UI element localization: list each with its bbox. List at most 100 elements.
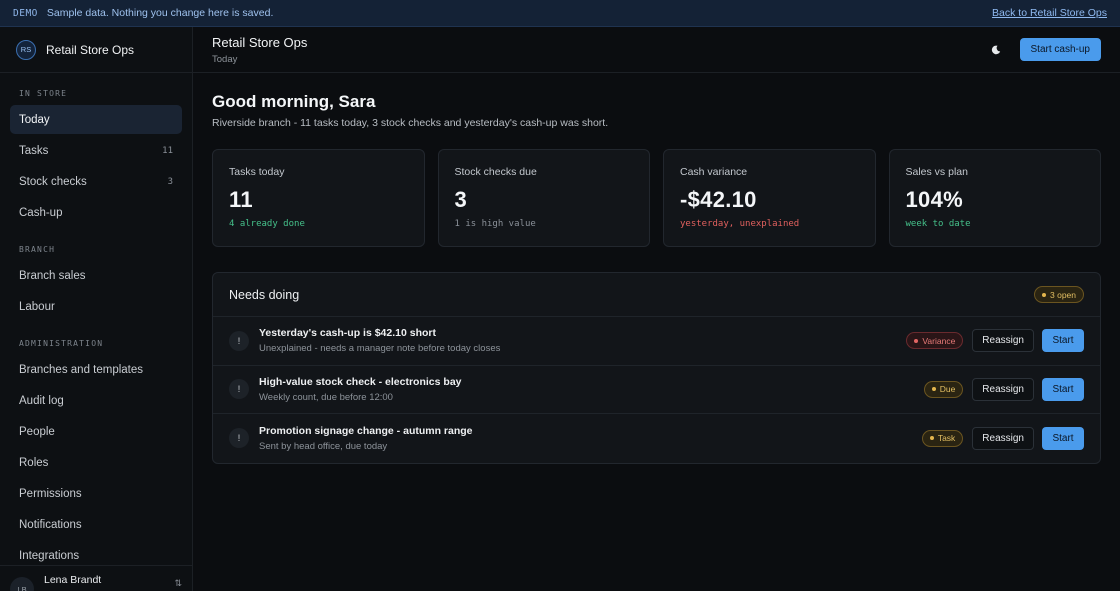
sidebar-nav: IN STORE Today Tasks 11 Stock checks 3 Cas… xyxy=(0,73,192,591)
start-button[interactable]: Start xyxy=(1042,377,1084,401)
sidebar-item-label: People xyxy=(19,425,55,438)
badge-label: Task xyxy=(937,433,956,444)
stat-value: 104% xyxy=(905,187,963,212)
panel-title: Needs doing xyxy=(229,287,300,302)
reassign-button[interactable]: Reassign xyxy=(972,377,1034,401)
sidebar-item-cash-up[interactable]: Cash-up xyxy=(10,198,182,227)
greeting-subtitle: Riverside branch - 11 tasks today, 3 sto… xyxy=(212,117,609,129)
sidebar-item-label: Integrations xyxy=(19,549,80,562)
alert-icon: ! xyxy=(229,379,249,400)
task-row: ! Promotion signage change - autumn rang… xyxy=(213,414,1100,463)
stat-label: Stock checks due xyxy=(454,166,537,178)
brand-name: Retail Store Ops xyxy=(46,42,135,57)
sidebar-item-stock-checks[interactable]: Stock checks 3 xyxy=(10,167,182,196)
demo-tag: DEMO xyxy=(13,7,38,19)
moon-icon[interactable] xyxy=(986,40,1006,60)
swap-icon[interactable]: ⇅ xyxy=(174,578,182,589)
task-subtitle: Sent by head office, due today xyxy=(259,440,388,452)
needs-doing-panel: Needs doing 3 open ! Yesterday's cash-up… xyxy=(212,272,1101,464)
user-avatar: LB xyxy=(10,577,34,591)
start-button[interactable]: Start xyxy=(1042,329,1084,353)
stat-label: Cash variance xyxy=(680,166,748,178)
greeting-title: Good morning, Sara xyxy=(212,92,376,111)
start-cash-up-button[interactable]: Start cash-up xyxy=(1019,38,1101,61)
sidebar-item-notifications[interactable]: Notifications xyxy=(10,510,182,539)
sidebar-item-label: Stock checks xyxy=(19,175,87,188)
stat-value: -$42.10 xyxy=(680,187,757,212)
stat-card-cash-variance: Cash variance -$42.10 yesterday, unexpla… xyxy=(663,149,876,247)
task-title: High-value stock check - electronics bay xyxy=(259,375,462,388)
sidebar-item-labour[interactable]: Labour xyxy=(10,292,182,321)
stat-card-stock-checks: Stock checks due 3 1 is high value xyxy=(437,149,650,247)
demo-message: Sample data. Nothing you change here is … xyxy=(46,7,274,19)
stat-note: 4 already done xyxy=(229,219,305,229)
topbar: Retail Store Ops Today Start cash-up xyxy=(193,27,1120,73)
alert-icon: ! xyxy=(229,330,249,351)
stat-note: 1 is high value xyxy=(454,219,536,229)
task-subtitle: Unexplained - needs a manager note befor… xyxy=(259,343,501,355)
reassign-button[interactable]: Reassign xyxy=(972,329,1034,353)
sidebar-item-label: Branch sales xyxy=(19,269,86,282)
main: Retail Store Ops Today Start cash-up Goo… xyxy=(193,27,1120,591)
stat-note: yesterday, unexplained xyxy=(680,219,800,229)
stat-label: Sales vs plan xyxy=(905,166,968,178)
start-button[interactable]: Start xyxy=(1042,426,1084,450)
badge-label: Due xyxy=(939,384,956,395)
stat-card-tasks-today: Tasks today 11 4 already done xyxy=(212,149,425,247)
sidebar-item-label: Roles xyxy=(19,456,49,469)
stat-value: 11 xyxy=(229,187,253,212)
back-link[interactable]: Back to Retail Store Ops xyxy=(992,7,1107,19)
badge-label: 3 open xyxy=(1050,289,1076,300)
sidebar-item-label: Tasks xyxy=(19,144,49,157)
status-badge: Due xyxy=(923,380,964,398)
alert-icon: ! xyxy=(229,428,249,449)
status-dot xyxy=(914,338,919,343)
stat-label: Tasks today xyxy=(229,166,285,178)
sidebar-item-label: Today xyxy=(19,113,50,126)
page-subtitle: Today xyxy=(212,53,238,65)
sidebar-item-branch-sales[interactable]: Branch sales xyxy=(10,261,182,290)
stat-note: week to date xyxy=(905,219,971,229)
sidebar-item-audit-log[interactable]: Audit log xyxy=(10,386,182,415)
status-dot xyxy=(931,387,936,392)
sidebar-item-label: Permissions xyxy=(19,487,82,500)
page-title: Retail Store Ops xyxy=(212,34,308,50)
sidebar-item-label: Branches and templates xyxy=(19,363,144,376)
status-dot xyxy=(1042,292,1046,297)
sidebar-item-permissions[interactable]: Permissions xyxy=(10,479,182,508)
brand-avatar: RS xyxy=(16,39,36,60)
task-row: ! High-value stock check - electronics b… xyxy=(213,366,1100,414)
sidebar-item-branches-templates[interactable]: Branches and templates xyxy=(10,355,182,384)
stats-grid: Tasks today 11 4 already done Stock chec… xyxy=(212,149,1101,247)
nav-section-in-store: IN STORE xyxy=(19,89,68,98)
sidebar: RS Retail Store Ops IN STORE Today Tasks… xyxy=(0,27,193,591)
sidebar-item-roles[interactable]: Roles xyxy=(10,448,182,477)
sidebar-item-label: Labour xyxy=(19,300,55,313)
sidebar-item-label: Audit log xyxy=(19,394,64,407)
demo-banner: DEMO Sample data. Nothing you change her… xyxy=(0,0,1120,27)
user-name: Lena Brandt xyxy=(44,574,102,586)
sidebar-item-label: Notifications xyxy=(19,518,82,531)
task-title: Promotion signage change - autumn range xyxy=(259,424,473,437)
task-subtitle: Weekly count, due before 12:00 xyxy=(259,391,393,403)
status-dot xyxy=(929,436,934,441)
user-profile[interactable]: LB Lena Brandt ⇅ xyxy=(0,565,192,591)
reassign-button[interactable]: Reassign xyxy=(972,426,1034,450)
task-title: Yesterday's cash-up is $42.10 short xyxy=(259,327,437,340)
sidebar-item-label: Cash-up xyxy=(19,206,63,219)
sidebar-item-count: 3 xyxy=(167,176,173,187)
content: Good morning, Sara Riverside branch - 11… xyxy=(193,73,1120,464)
sidebar-item-tasks[interactable]: Tasks 11 xyxy=(10,136,182,165)
status-badge: Variance xyxy=(906,332,964,350)
nav-section-branch: BRANCH xyxy=(19,245,56,254)
brand[interactable]: RS Retail Store Ops xyxy=(0,27,192,73)
sidebar-item-today[interactable]: Today xyxy=(10,105,182,134)
task-row: ! Yesterday's cash-up is $42.10 short Un… xyxy=(213,317,1100,366)
sidebar-item-people[interactable]: People xyxy=(10,417,182,446)
panel-header: Needs doing 3 open xyxy=(213,273,1100,317)
badge-label: Variance xyxy=(922,335,956,346)
stat-card-sales-vs-plan: Sales vs plan 104% week to date xyxy=(888,149,1101,247)
status-badge: Task xyxy=(921,429,964,447)
nav-section-administration: ADMINISTRATION xyxy=(19,339,104,348)
open-count-badge: 3 open xyxy=(1034,286,1084,303)
